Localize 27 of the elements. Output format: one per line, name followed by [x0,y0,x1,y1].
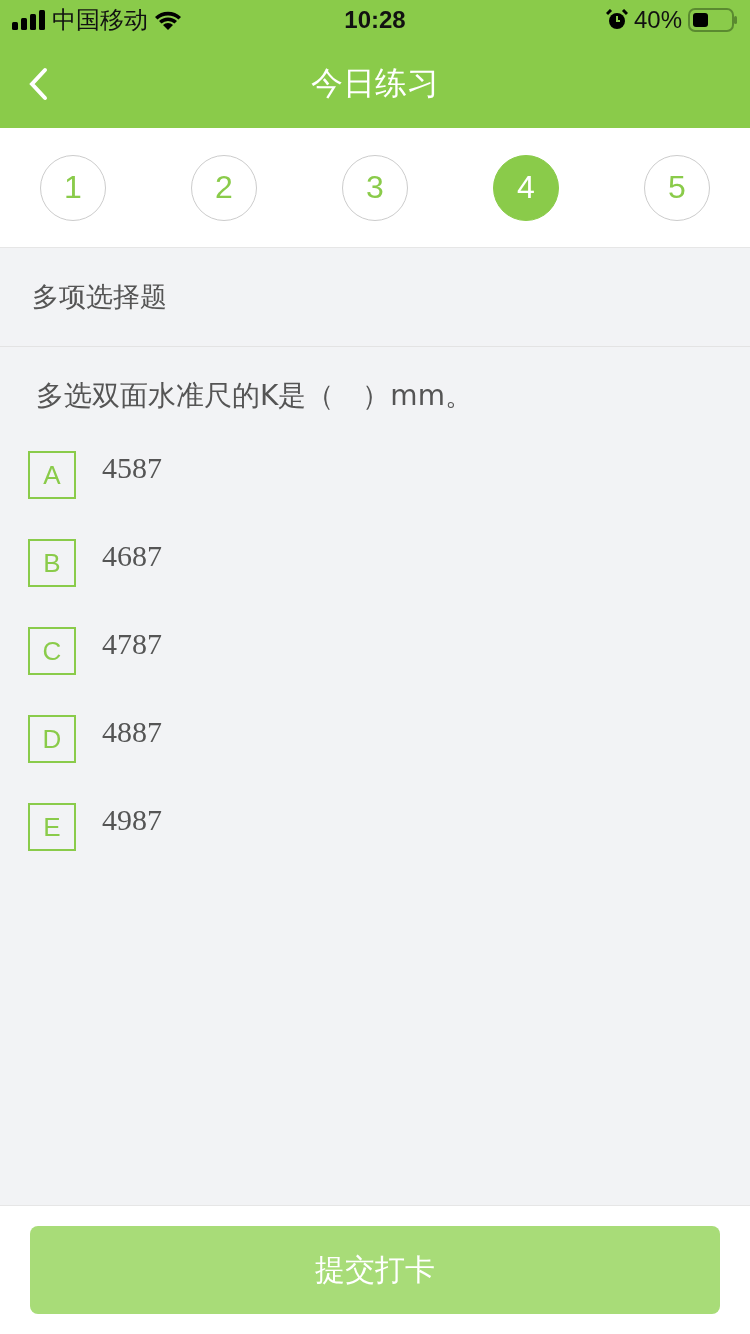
signal-icon [12,10,46,30]
option-text[interactable]: 4887 [102,715,162,749]
question-type: 多项选择题 [32,280,167,314]
page-title: 今日练习 [311,63,439,104]
question-number[interactable]: 3 [342,154,408,221]
question-number[interactable]: 1 [40,154,106,221]
question-number[interactable]: 2 [191,154,257,221]
option-text[interactable]: 4587 [102,451,162,485]
option-text[interactable]: 4987 [102,803,162,837]
carrier-name: 中国移动 [52,5,148,35]
alarm-icon [605,9,628,31]
status-time: 10:28 [344,6,406,34]
question-number[interactable]: 5 [644,154,710,221]
back-icon[interactable] [28,67,48,101]
question-text: 多选双面水准尺的K是（ ）mm。 [36,378,474,414]
option-letter[interactable]: B [28,539,76,587]
question-number[interactable]: 4 [493,154,559,221]
option-text[interactable]: 4787 [102,627,162,661]
option-letter[interactable]: E [28,803,76,851]
battery-icon [688,8,738,32]
battery-percent: 40% [633,6,682,34]
wifi-icon [154,10,182,30]
submit-button[interactable]: 提交打卡 [30,1226,720,1314]
option-letter[interactable]: D [28,715,76,763]
option-text[interactable]: 4687 [102,539,162,573]
option-letter[interactable]: A [28,451,76,499]
option-letter[interactable]: C [28,627,76,675]
